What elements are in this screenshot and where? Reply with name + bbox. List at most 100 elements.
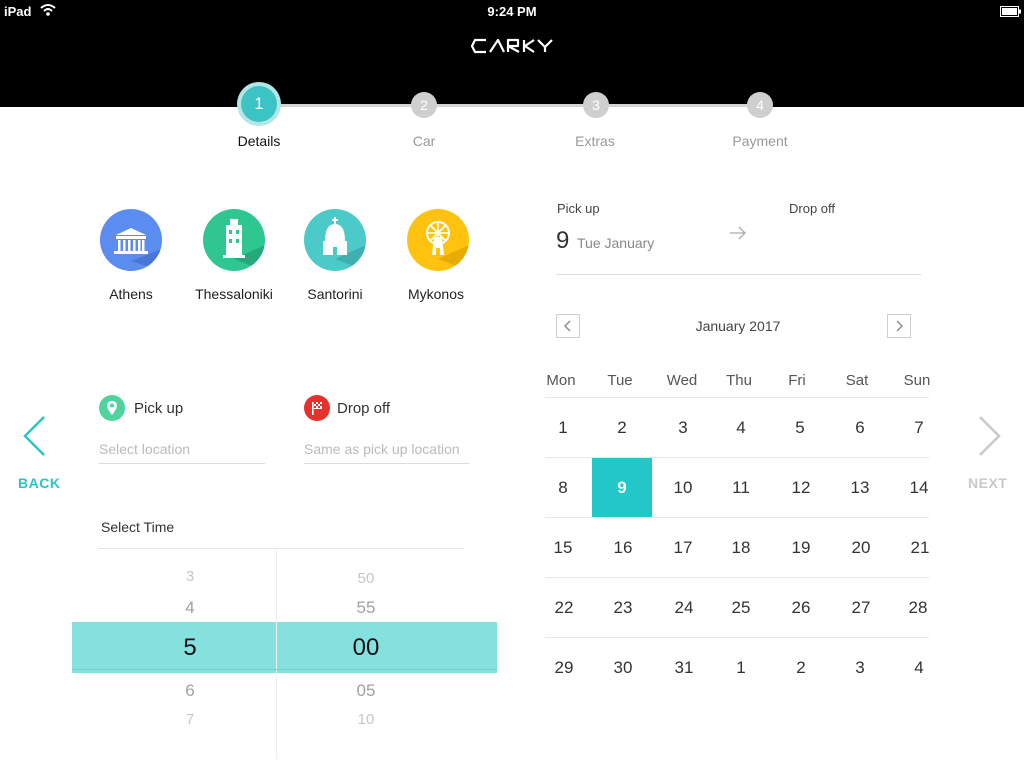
next-chevron-icon[interactable] — [974, 414, 1004, 463]
calendar-day[interactable]: 25 — [711, 578, 771, 638]
date-summary-divider — [556, 274, 921, 275]
calendar-week-row: 22 23 24 25 26 27 28 — [545, 577, 929, 638]
dropoff-date-label[interactable]: Drop off — [789, 201, 835, 216]
calendar-day[interactable]: 4 — [889, 638, 949, 698]
step-4-indicator[interactable]: 4 — [747, 92, 773, 118]
parthenon-icon — [114, 228, 162, 271]
calendar-day[interactable]: 31 — [654, 638, 714, 698]
calendar-day[interactable]: 3 — [653, 398, 713, 458]
calendar-day[interactable]: 10 — [653, 458, 713, 518]
calendar-day[interactable]: 1 — [711, 638, 771, 698]
stepper-track — [260, 104, 760, 107]
city-santorini-label[interactable]: Santorini — [280, 286, 390, 302]
dropoff-location-input[interactable]: Same as pick up location — [304, 441, 469, 464]
city-thessaloniki-button[interactable] — [203, 209, 265, 271]
battery-icon — [1000, 4, 1022, 22]
calendar-day[interactable]: 13 — [830, 458, 890, 518]
white-tower-icon — [223, 219, 265, 271]
select-time-label: Select Time — [101, 519, 175, 535]
minute-option[interactable]: 50 — [306, 570, 426, 587]
weekday-header: Sat — [845, 372, 869, 389]
calendar-week-row: 8 9 10 11 12 13 14 — [545, 457, 929, 518]
calendar-day[interactable]: 18 — [711, 518, 771, 578]
city-athens-label[interactable]: Athens — [76, 286, 186, 302]
calendar-day[interactable]: 24 — [654, 578, 714, 638]
dropoff-label: Drop off — [337, 400, 391, 417]
step-3-label[interactable]: Extras — [535, 133, 655, 149]
windmill-icon — [426, 221, 469, 271]
calendar-day[interactable]: 7 — [889, 398, 949, 458]
city-thessaloniki-label[interactable]: Thessaloniki — [179, 286, 289, 302]
calendar-day[interactable]: 21 — [890, 518, 950, 578]
hour-option[interactable]: 3 — [130, 568, 250, 585]
status-time: 9:24 PM — [487, 4, 537, 19]
minute-selected[interactable]: 00 — [306, 634, 426, 662]
calendar-day[interactable]: 1 — [533, 398, 593, 458]
pickup-date-text[interactable]: Tue January — [577, 235, 654, 251]
chevron-left-icon — [564, 320, 571, 332]
city-santorini-button[interactable] — [304, 209, 366, 271]
step-2-label[interactable]: Car — [364, 133, 484, 149]
pickup-location-input[interactable]: Select location — [99, 441, 265, 464]
pickup-day[interactable]: 9 — [556, 227, 569, 255]
chevron-right-icon — [896, 320, 903, 332]
calendar-day[interactable]: 14 — [889, 458, 949, 518]
step-1-label[interactable]: Details — [199, 133, 319, 149]
minute-option[interactable]: 10 — [306, 711, 426, 728]
calendar-day[interactable]: 20 — [831, 518, 891, 578]
hour-wheel[interactable]: 3 4 5 6 7 — [130, 556, 250, 761]
calendar-day[interactable]: 16 — [593, 518, 653, 578]
calendar-day[interactable]: 11 — [711, 458, 771, 518]
calendar-day[interactable]: 2 — [771, 638, 831, 698]
hour-option[interactable]: 4 — [130, 598, 250, 618]
calendar-day[interactable]: 12 — [771, 458, 831, 518]
calendar-day[interactable]: 17 — [653, 518, 713, 578]
calendar-day-selected[interactable]: 9 — [592, 458, 652, 518]
time-divider-line — [98, 548, 464, 549]
calendar-day[interactable]: 30 — [593, 638, 653, 698]
calendar-day[interactable]: 29 — [534, 638, 594, 698]
calendar-day[interactable]: 6 — [830, 398, 890, 458]
step-3-indicator[interactable]: 3 — [583, 92, 609, 118]
city-mykonos-label[interactable]: Mykonos — [381, 286, 491, 302]
calendar-week-row: 1 2 3 4 5 6 7 — [545, 397, 929, 458]
pickup-label: Pick up — [134, 400, 184, 417]
calendar-day[interactable]: 23 — [593, 578, 653, 638]
arrow-right-icon — [729, 225, 747, 246]
back-button[interactable]: BACK — [18, 475, 60, 491]
city-mykonos-button[interactable] — [407, 209, 469, 271]
calendar-day[interactable]: 5 — [770, 398, 830, 458]
weekday-header: Sun — [903, 372, 931, 389]
calendar-day[interactable]: 28 — [888, 578, 948, 638]
calendar-week-row: 15 16 17 18 19 20 21 — [545, 517, 929, 578]
calendar-day[interactable]: 19 — [771, 518, 831, 578]
hour-option[interactable]: 6 — [130, 681, 250, 701]
city-athens-button[interactable] — [100, 209, 162, 271]
calendar-day[interactable]: 22 — [534, 578, 594, 638]
map-pin-icon — [99, 395, 125, 421]
carky-logo[interactable] — [470, 36, 554, 56]
calendar-day[interactable]: 27 — [831, 578, 891, 638]
next-month-button[interactable] — [887, 314, 911, 338]
weekday-header: Wed — [666, 372, 698, 389]
hour-selected[interactable]: 5 — [130, 634, 250, 662]
minute-option[interactable]: 05 — [306, 681, 426, 701]
step-1-indicator[interactable]: 1 — [241, 86, 277, 122]
minute-option[interactable]: 55 — [306, 598, 426, 618]
step-2-indicator[interactable]: 2 — [411, 92, 437, 118]
calendar-day[interactable]: 8 — [533, 458, 593, 518]
calendar-day[interactable]: 2 — [592, 398, 652, 458]
next-button[interactable]: NEXT — [968, 475, 1007, 491]
time-column-divider — [276, 549, 277, 759]
hour-option[interactable]: 7 — [130, 711, 250, 728]
calendar-day[interactable]: 26 — [771, 578, 831, 638]
calendar-day[interactable]: 15 — [533, 518, 593, 578]
prev-month-button[interactable] — [556, 314, 580, 338]
checkered-flag-icon — [304, 395, 330, 421]
calendar-day[interactable]: 4 — [711, 398, 771, 458]
step-4-label[interactable]: Payment — [700, 133, 820, 149]
minute-wheel[interactable]: 50 55 00 05 10 — [306, 556, 426, 761]
back-chevron-icon[interactable] — [20, 414, 50, 463]
weekday-header: Tue — [607, 372, 633, 389]
calendar-day[interactable]: 3 — [830, 638, 890, 698]
